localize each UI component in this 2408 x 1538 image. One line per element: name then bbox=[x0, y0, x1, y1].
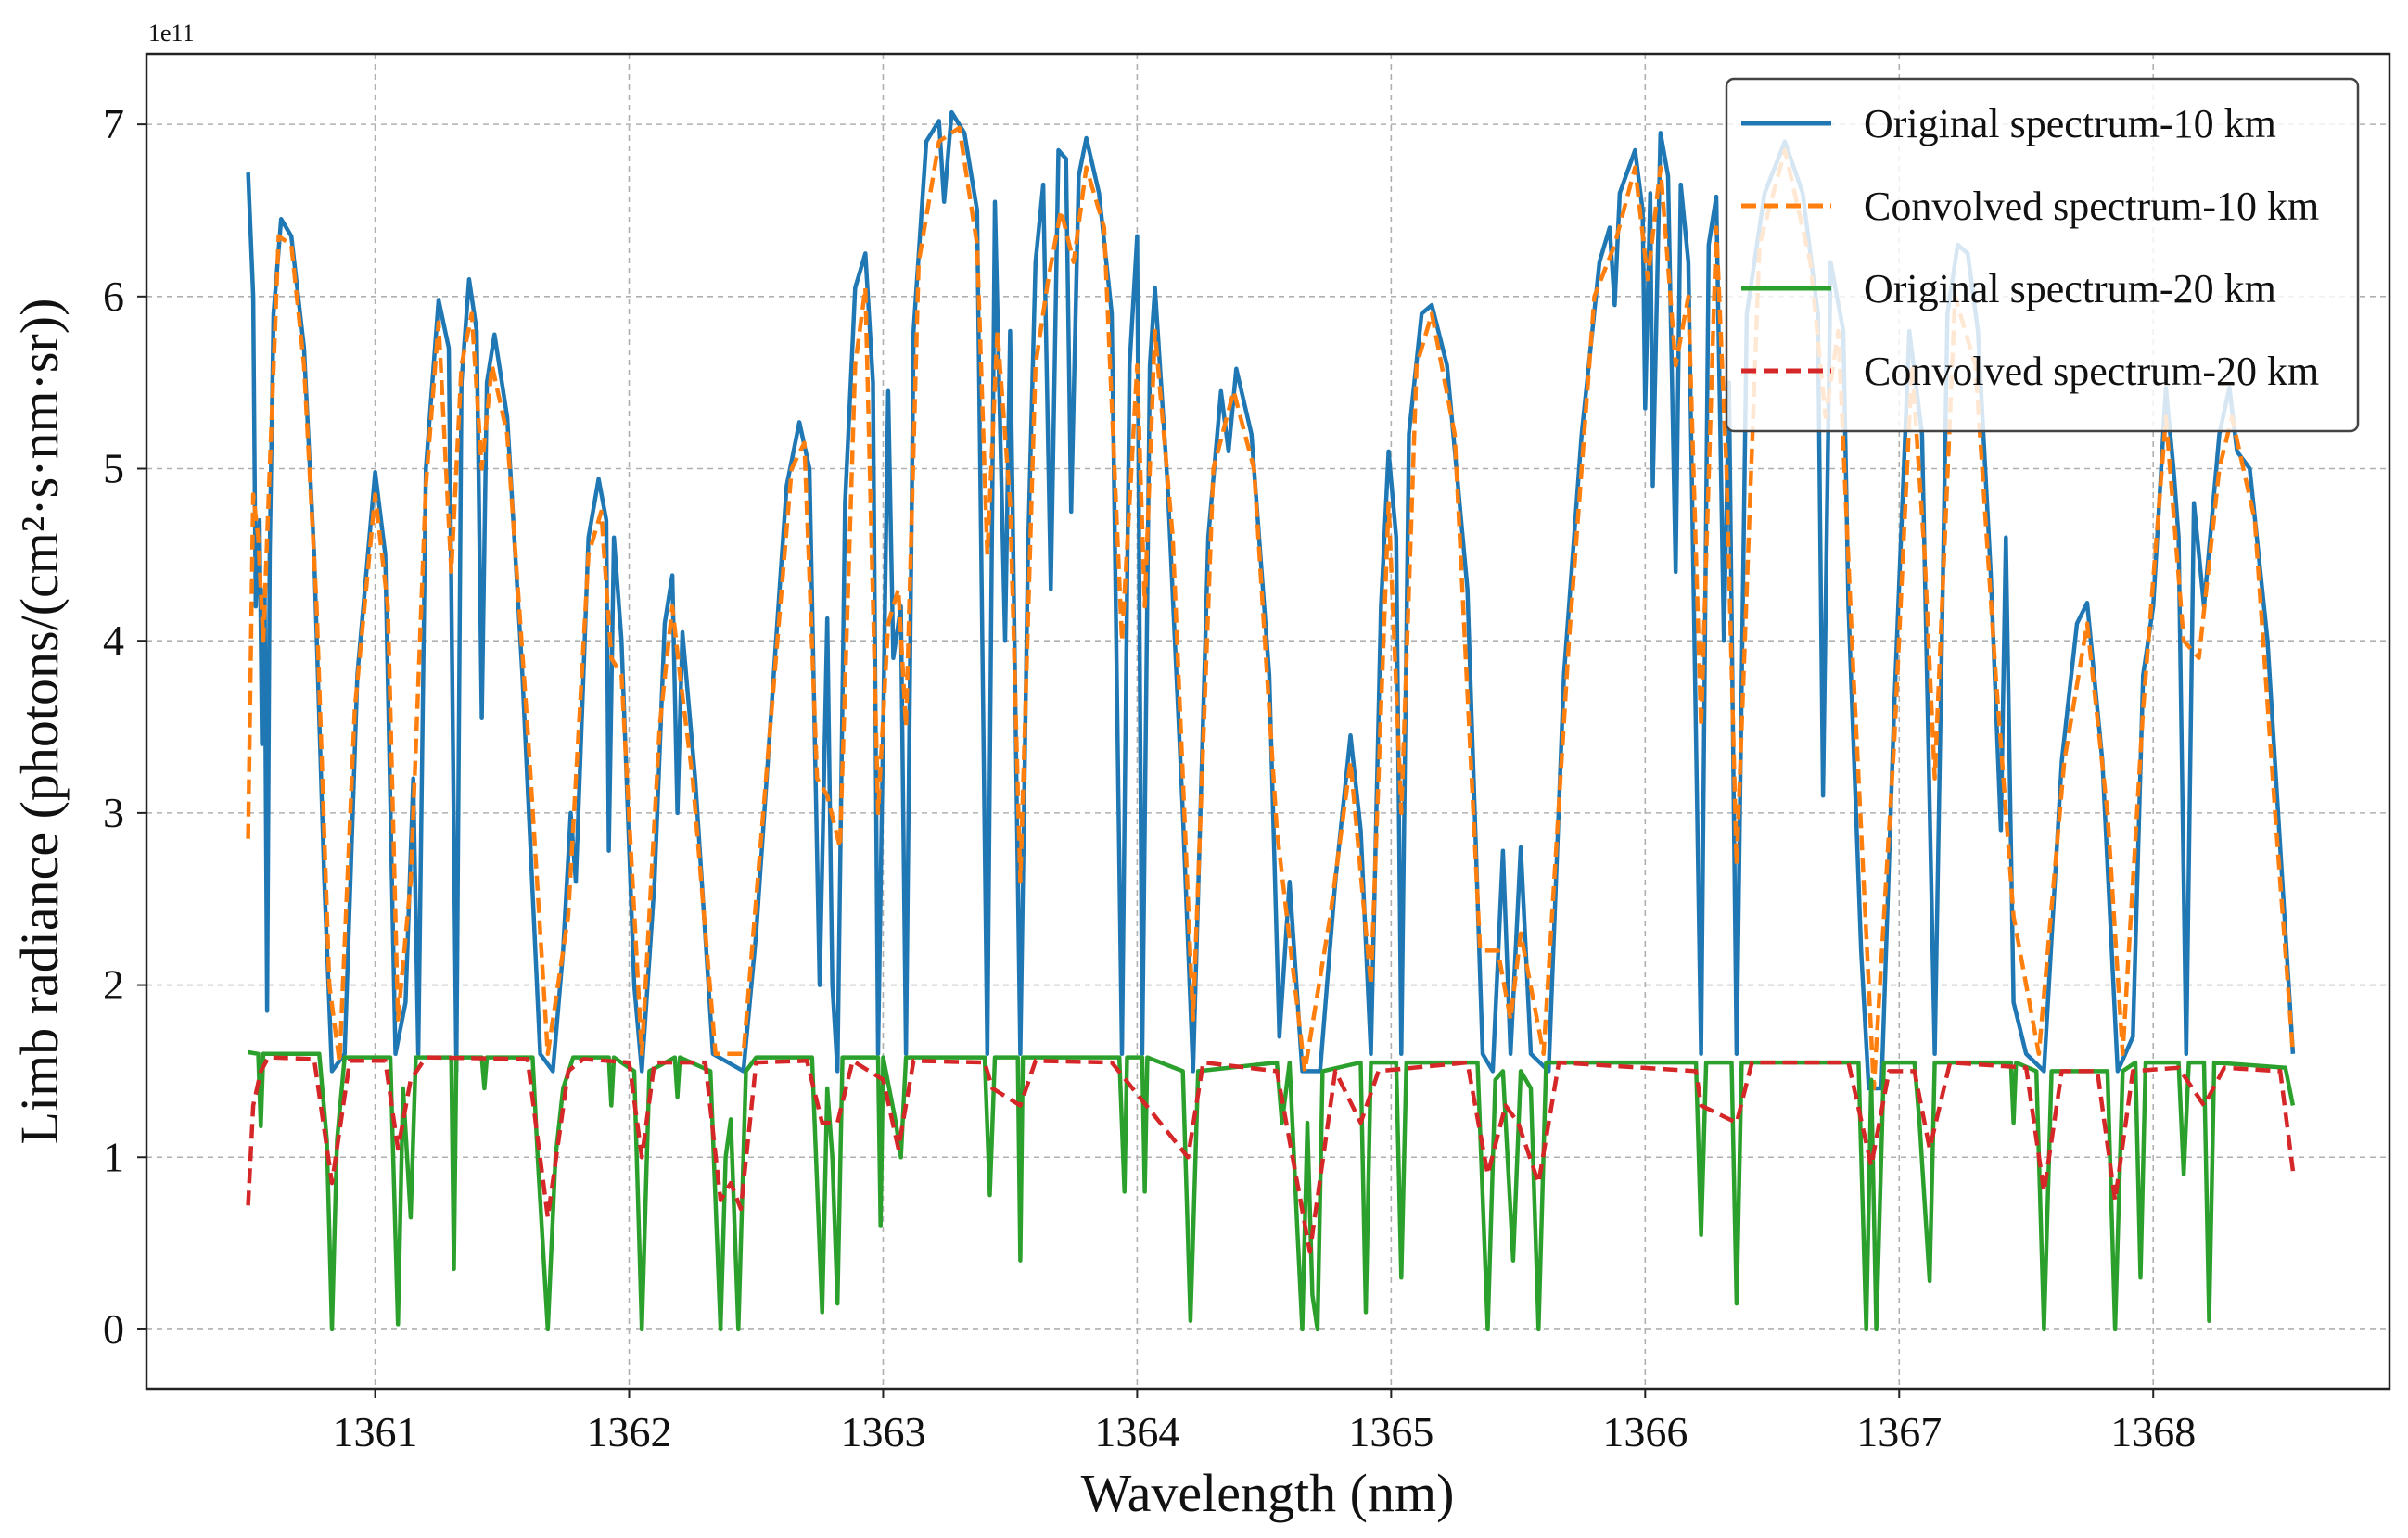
x-tick-label: 1365 bbox=[1348, 1408, 1433, 1455]
legend-label: Original spectrum-10 km bbox=[1864, 101, 2276, 146]
x-tick-label: 1367 bbox=[1856, 1408, 1942, 1455]
x-tick-label: 1368 bbox=[2110, 1408, 2196, 1455]
x-tick-label: 1361 bbox=[333, 1408, 418, 1455]
y-tick-label: 0 bbox=[103, 1305, 124, 1353]
x-tick-label: 1366 bbox=[1602, 1408, 1688, 1455]
x-tick-label: 1362 bbox=[587, 1408, 672, 1455]
legend: Original spectrum-10 km Convolved spectru… bbox=[1725, 77, 2360, 433]
y-tick-label: 6 bbox=[103, 273, 124, 320]
y-tick-label: 7 bbox=[103, 100, 124, 147]
y-tick-label: 3 bbox=[103, 789, 124, 836]
legend-label: Original spectrum-20 km bbox=[1864, 266, 2276, 311]
y-tick-label: 5 bbox=[103, 445, 124, 492]
x-tick-label: 1364 bbox=[1094, 1408, 1179, 1455]
y-offset-label: 1e11 bbox=[148, 19, 195, 46]
spectrum-chart: 1361 1362 1363 1364 1365 1366 1367 1368 0 1 2 3 4 5 6 7… bbox=[0, 0, 2408, 1538]
y-tick-label: 2 bbox=[103, 961, 124, 1009]
x-axis-label: Wavelength (nm) bbox=[1081, 1463, 1455, 1523]
y-tick-label: 1 bbox=[103, 1133, 124, 1180]
legend-label: Convolved spectrum-20 km bbox=[1864, 349, 2319, 394]
legend-label: Convolved spectrum-10 km bbox=[1864, 184, 2319, 229]
y-axis-label: Limb radiance (photons/(cm²·s·nm·sr)) bbox=[9, 299, 70, 1145]
y-tick-label: 4 bbox=[103, 616, 124, 664]
x-tick-label: 1363 bbox=[840, 1408, 925, 1455]
